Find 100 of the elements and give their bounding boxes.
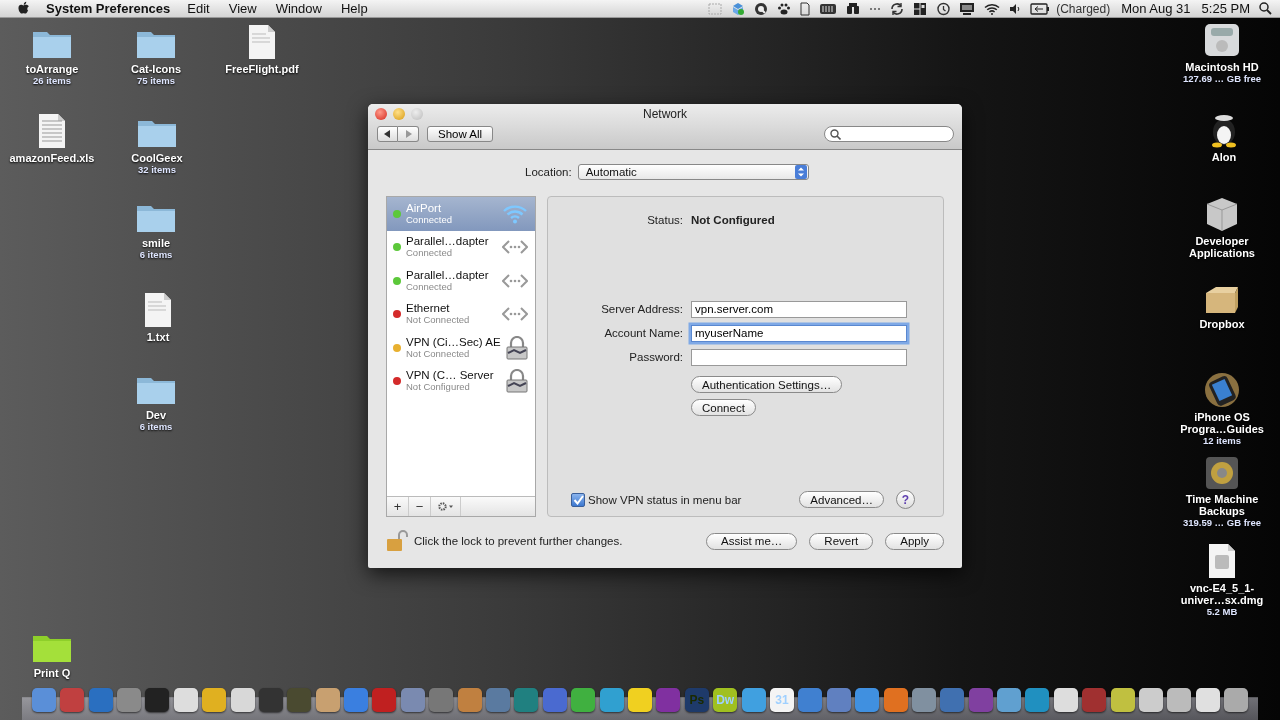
- network-arrows-icon: [502, 306, 528, 323]
- app-icon[interactable]: [1224, 688, 1249, 712]
- document-icon[interactable]: [247, 24, 277, 60]
- battery-status[interactable]: (Charged): [1056, 1, 1111, 16]
- box-icon[interactable]: [1203, 285, 1241, 315]
- file-info: 12 items: [1203, 435, 1241, 447]
- gear-icon: [437, 502, 454, 511]
- status-label: Status:: [646, 214, 683, 226]
- windows-icon[interactable]: [913, 1, 928, 16]
- service-status: Not Configured: [406, 381, 471, 394]
- app-icon[interactable]: [230, 688, 255, 712]
- field-label: Account Name:: [603, 327, 683, 339]
- file-info: 6 items: [139, 421, 173, 433]
- service-item[interactable]: Ethernet Not Connected: [387, 297, 535, 331]
- service-status: Connected: [406, 247, 453, 260]
- time-text[interactable]: 5:25 PM: [1201, 1, 1250, 16]
- search-icon: [830, 128, 841, 140]
- service-item[interactable]: VPN (Ci…Sec) AE Not Connected: [387, 331, 535, 365]
- show-all-button[interactable]: Show All: [427, 126, 494, 142]
- circle-icon[interactable]: [754, 1, 769, 16]
- card-icon[interactable]: [800, 1, 811, 16]
- help-button[interactable]: ?: [896, 490, 915, 509]
- menu-item[interactable]: Window: [275, 1, 322, 16]
- location-label: Location:: [525, 166, 572, 178]
- drive-icon[interactable]: [1203, 22, 1241, 58]
- document-icon[interactable]: [143, 292, 173, 328]
- footer-button[interactable]: Revert: [809, 532, 874, 550]
- backup-drive-icon[interactable]: [1205, 456, 1239, 490]
- app-icon[interactable]: [1053, 688, 1078, 712]
- app-icon[interactable]: [1110, 688, 1135, 712]
- window-title: Network: [642, 107, 688, 121]
- file-name: Alon: [1211, 151, 1237, 163]
- text-field[interactable]: myuserName: [691, 324, 907, 342]
- service-item[interactable]: Parallel…dapter Connected: [387, 264, 535, 298]
- app-icon[interactable]: [1139, 688, 1164, 712]
- shield-icon[interactable]: [731, 1, 746, 16]
- file-name: Dev: [145, 409, 167, 421]
- footer-button[interactable]: Assist me…: [706, 532, 798, 550]
- paw-icon[interactable]: [777, 1, 792, 16]
- file-name: Print Q: [33, 667, 71, 679]
- file-name: Dropbox: [1199, 318, 1245, 330]
- file-info: 6 items: [139, 249, 173, 261]
- service-name: AirPort: [406, 201, 443, 214]
- file-name: 1.txt: [146, 331, 170, 343]
- back-button[interactable]: [377, 126, 398, 142]
- app-icon[interactable]: [997, 688, 1022, 712]
- advanced-button[interactable]: Advanced…: [799, 491, 884, 508]
- menu-item[interactable]: Help: [340, 1, 368, 16]
- apple-icon[interactable]: [18, 1, 31, 16]
- service-name: Ethernet: [406, 302, 451, 315]
- footer-button[interactable]: Apply: [885, 532, 944, 550]
- panel-button[interactable]: Authentication Settings…: [691, 376, 843, 393]
- service-item[interactable]: Parallel…dapter Connected: [387, 230, 535, 264]
- menu-item[interactable]: System Preferences: [46, 1, 171, 16]
- file-name: vnc-E4_5_1-univer…sx.dmg: [1179, 582, 1265, 606]
- app-icon[interactable]: [1195, 688, 1220, 712]
- text-field[interactable]: [691, 348, 907, 366]
- menu-item[interactable]: Edit: [187, 1, 210, 16]
- popup-arrows-icon: [794, 165, 807, 179]
- back-icon: [383, 130, 392, 138]
- service-name: Parallel…dapter: [406, 235, 490, 248]
- file-name: Macintosh HD: [1185, 61, 1259, 73]
- dots-icon[interactable]: [869, 6, 882, 11]
- field-label: Server Address:: [600, 303, 683, 315]
- search-icon[interactable]: [1259, 2, 1272, 15]
- checkbox[interactable]: [571, 492, 585, 507]
- text-field[interactable]: vpn.server.com: [691, 300, 907, 318]
- panel-button[interactable]: Connect: [691, 399, 756, 416]
- location-dropdown[interactable]: Automatic: [577, 164, 809, 180]
- volume-icon[interactable]: [1009, 2, 1022, 15]
- file-name: CoolGeex: [131, 152, 183, 164]
- binoculars-icon[interactable]: [846, 2, 861, 15]
- menu-item[interactable]: View: [228, 1, 257, 16]
- document-icon[interactable]: [1207, 543, 1237, 579]
- wifi-icon[interactable]: [984, 2, 1001, 15]
- app-icon[interactable]: [1167, 688, 1192, 712]
- app-icon[interactable]: [173, 688, 198, 712]
- history-icon[interactable]: [936, 1, 951, 16]
- file-info: 26 items: [33, 75, 71, 87]
- document-icon[interactable]: [37, 113, 67, 149]
- phone-icon[interactable]: [1202, 372, 1242, 408]
- file-name: iPhone OS Progra…Guides: [1179, 411, 1265, 435]
- file-name: toArrange: [25, 63, 79, 75]
- display-icon[interactable]: [959, 2, 976, 15]
- close-button[interactable]: [375, 108, 387, 120]
- date-text[interactable]: Mon Aug 31: [1121, 1, 1191, 16]
- search-field[interactable]: [824, 126, 954, 142]
- lock-hint: Click the lock to prevent further changes.: [414, 535, 623, 547]
- file-name: amazonFeed.xls: [9, 152, 95, 164]
- file-info: 32 items: [138, 164, 176, 176]
- battery-meter-icon[interactable]: [819, 2, 838, 15]
- check-icon: [572, 494, 584, 505]
- sync-icon[interactable]: [890, 1, 905, 16]
- list-button[interactable]: +: [387, 497, 409, 516]
- list-button[interactable]: −: [409, 497, 431, 516]
- service-item[interactable]: VPN (C… Server Not Configured: [387, 364, 535, 398]
- battery-icon[interactable]: [1030, 2, 1051, 15]
- file-name: Time Machine Backups: [1184, 493, 1260, 517]
- file-info: 75 items: [137, 75, 175, 87]
- checkbox-label: Show VPN status in menu bar: [588, 493, 742, 506]
